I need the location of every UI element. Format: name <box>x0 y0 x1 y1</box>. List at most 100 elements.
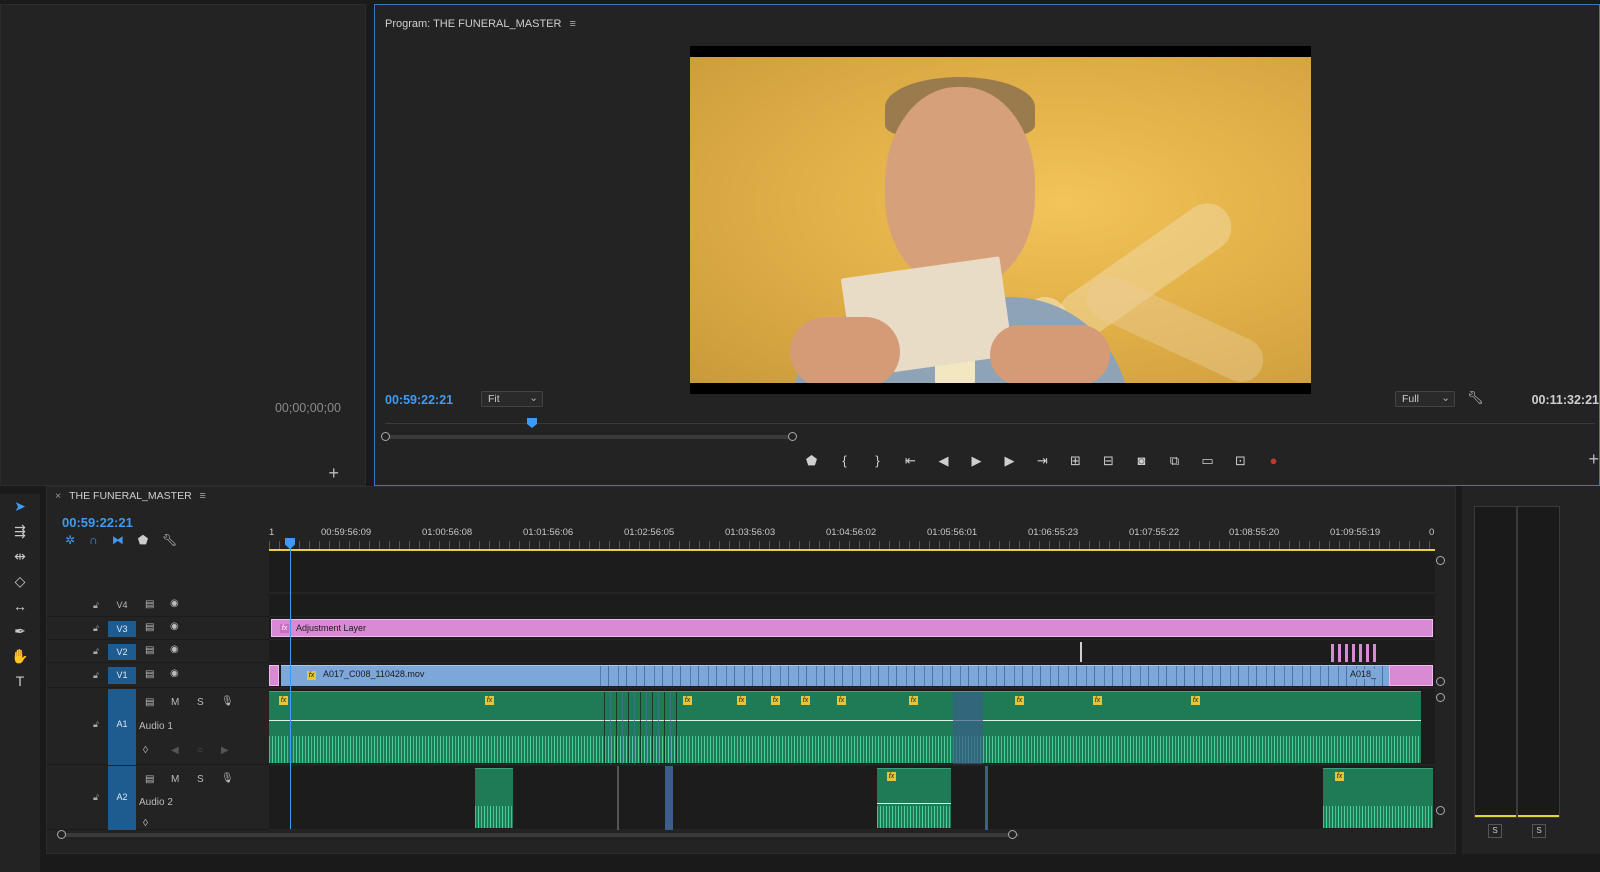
a2-audio-clip[interactable]: fx <box>877 768 951 828</box>
timeline-ruler[interactable]: 1 00:59:56:09 01:00:56:08 01:01:56:06 01… <box>269 527 1435 551</box>
hscroll-left-handle[interactable] <box>57 830 66 839</box>
volume-rubberband[interactable] <box>877 803 951 805</box>
vertical-scroll-bottom-handle[interactable] <box>1436 806 1445 815</box>
track-a1[interactable]: fx fx fx fx fx fx fx fx fx fx fx <box>269 689 1435 765</box>
linked-selection-icon[interactable]: ⧓ <box>112 533 124 547</box>
snap-magnet-icon[interactable]: ∩ <box>89 533 98 547</box>
sync-lock-icon[interactable]: ▤ <box>145 622 154 633</box>
track-v3[interactable]: fx Adjustment Layer <box>269 617 1435 640</box>
scrollbar-right-handle[interactable] <box>788 432 797 441</box>
track-select-tool-icon[interactable]: ⇶ <box>0 519 40 544</box>
mark-in-icon[interactable]: { <box>828 451 861 471</box>
vertical-scroll-handle[interactable] <box>1436 693 1445 702</box>
eye-icon[interactable]: ◉ <box>170 644 179 655</box>
nest-toggle-icon[interactable]: ✲ <box>65 533 75 547</box>
eye-icon[interactable]: ◉ <box>170 668 179 679</box>
zoom-level-dropdown[interactable]: Fit ⌄ <box>481 391 543 407</box>
lock-icon[interactable]: 🔓︎ <box>93 719 99 730</box>
solo-button[interactable]: S <box>197 774 204 785</box>
vertical-scroll-handle[interactable] <box>1436 677 1445 686</box>
razor-tool-icon[interactable]: ◇ <box>0 569 40 594</box>
v1-main-clip[interactable]: fx A017_C008_110428.mov A018_ <box>281 665 1389 686</box>
keyframe-icon[interactable]: ◊ <box>143 745 148 756</box>
next-keyframe-icon[interactable]: ▶ <box>221 745 229 756</box>
add-marker-icon[interactable]: ⬟ <box>795 451 828 471</box>
program-current-timecode[interactable]: 00:59:22:21 <box>385 393 453 407</box>
solo-left-button[interactable]: S <box>1488 824 1502 838</box>
go-to-out-icon[interactable]: ⇥ <box>1026 451 1059 471</box>
safe-margins-icon[interactable]: ▭ <box>1191 451 1224 471</box>
sync-lock-icon[interactable]: ▤ <box>145 645 154 656</box>
microphone-icon[interactable]: 🎙︎ <box>221 696 234 707</box>
playback-resolution-dropdown[interactable]: Full ⌄ <box>1395 391 1455 407</box>
add-marker-icon[interactable]: ⬟ <box>138 533 148 547</box>
selection-tool-icon[interactable]: ➤ <box>0 494 40 519</box>
timeline-current-timecode[interactable]: 00:59:22:21 <box>62 515 133 530</box>
timeline-empty-area[interactable] <box>269 551 1435 593</box>
eye-icon[interactable]: ◉ <box>170 598 179 609</box>
close-tab-icon[interactable]: × <box>55 490 61 502</box>
track-label-a1[interactable]: A1 <box>108 689 136 765</box>
keyframe-icon[interactable]: ◊ <box>143 818 148 829</box>
mute-button[interactable]: M <box>171 774 179 785</box>
eye-icon[interactable]: ◉ <box>170 621 179 632</box>
lock-icon[interactable]: 🔓︎ <box>93 600 99 611</box>
slip-tool-icon[interactable]: ↔ <box>0 594 40 619</box>
microphone-icon[interactable]: 🎙︎ <box>221 773 234 784</box>
track-v1[interactable]: fx A017_C008_110428.mov A018_ <box>269 663 1435 688</box>
sync-lock-icon[interactable]: ▤ <box>145 774 154 785</box>
source-add-button[interactable]: + <box>328 463 339 484</box>
v2-short-clips[interactable] <box>1331 644 1377 662</box>
program-zoom-scrollbar[interactable] <box>385 435 795 439</box>
type-tool-icon[interactable]: T <box>0 669 40 694</box>
lock-icon[interactable]: 🔓︎ <box>93 646 99 657</box>
lock-icon[interactable]: 🔓︎ <box>93 670 99 681</box>
vertical-scroll-top-handle[interactable] <box>1436 556 1445 565</box>
track-v4[interactable] <box>269 594 1435 617</box>
settings-wrench-icon[interactable]: 🔧︎ <box>1467 390 1484 406</box>
vr-video-icon[interactable]: ⊡ <box>1224 451 1257 471</box>
pen-tool-icon[interactable]: ✒ <box>0 619 40 644</box>
go-to-in-icon[interactable]: ⇤ <box>894 451 927 471</box>
track-label-v2[interactable]: V2 <box>108 644 136 660</box>
mute-button[interactable]: M <box>171 697 179 708</box>
lift-icon[interactable]: ⊞ <box>1059 451 1092 471</box>
step-forward-icon[interactable]: ▶ <box>993 451 1026 471</box>
program-add-button[interactable]: + <box>1588 449 1599 470</box>
timeline-horizontal-scrollbar[interactable] <box>59 833 1019 837</box>
v1-pink-clip[interactable] <box>269 665 279 686</box>
add-keyframe-icon[interactable]: ○ <box>197 745 203 756</box>
a1-audio-clip[interactable]: fx fx fx fx fx fx fx fx fx fx fx <box>269 691 1421 764</box>
track-label-a2[interactable]: A2 <box>108 766 136 830</box>
mark-out-icon[interactable]: } <box>861 451 894 471</box>
timeline-playhead-line[interactable] <box>290 547 291 829</box>
track-name-a2[interactable]: Audio 2 <box>139 797 173 808</box>
v1-end-pink-clip[interactable] <box>1389 665 1433 686</box>
extract-icon[interactable]: ⊟ <box>1092 451 1125 471</box>
prev-keyframe-icon[interactable]: ◀ <box>171 745 179 756</box>
track-label-v4[interactable]: V4 <box>108 600 136 610</box>
scrollbar-left-handle[interactable] <box>381 432 390 441</box>
timeline-settings-wrench-icon[interactable]: 🔧︎ <box>162 533 177 547</box>
track-a2[interactable]: fx fx <box>269 766 1435 830</box>
source-timecode[interactable]: 00;00;00;00 <box>275 401 341 415</box>
timeline-menu-icon[interactable]: ≡ <box>200 490 206 502</box>
step-back-icon[interactable]: ◀ <box>927 451 960 471</box>
ripple-edit-tool-icon[interactable]: ⇹ <box>0 544 40 569</box>
solo-button[interactable]: S <box>197 697 204 708</box>
record-icon[interactable]: ● <box>1257 451 1290 471</box>
lock-icon[interactable]: 🔓︎ <box>93 792 99 803</box>
sync-lock-icon[interactable]: ▤ <box>145 599 154 610</box>
hand-tool-icon[interactable]: ✋ <box>0 644 40 669</box>
a2-audio-clip[interactable] <box>475 768 513 828</box>
track-name-a1[interactable]: Audio 1 <box>139 721 173 732</box>
hscroll-right-handle[interactable] <box>1008 830 1017 839</box>
timeline-tab[interactable]: × THE FUNERAL_MASTER ≡ <box>55 490 206 502</box>
sync-lock-icon[interactable]: ▤ <box>145 669 154 680</box>
comparison-view-icon[interactable]: ⧉ <box>1158 451 1191 471</box>
solo-right-button[interactable]: S <box>1532 824 1546 838</box>
export-frame-icon[interactable]: ◙ <box>1125 451 1158 471</box>
track-v2[interactable] <box>269 640 1435 663</box>
sync-lock-icon[interactable]: ▤ <box>145 697 154 708</box>
program-time-ruler[interactable] <box>385 415 1595 427</box>
